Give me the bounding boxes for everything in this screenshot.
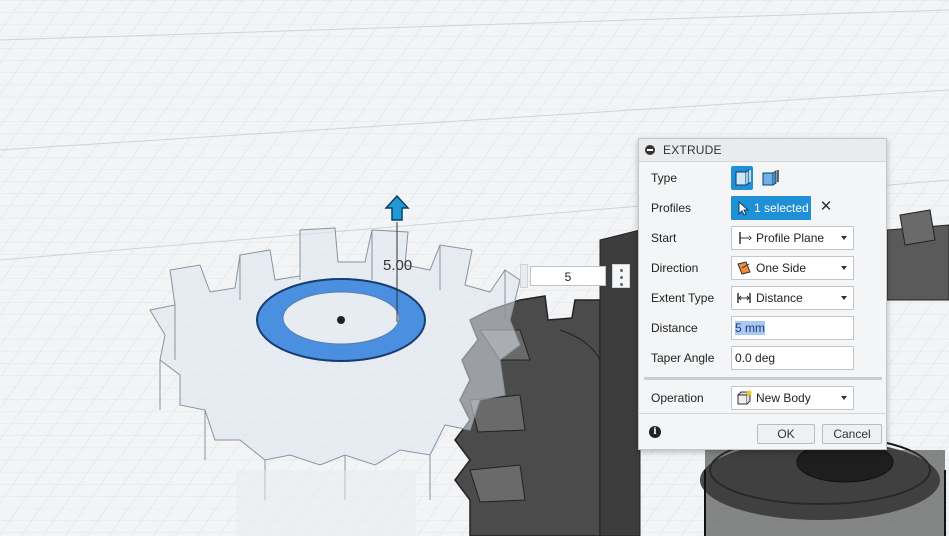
solid-extrude-icon [735, 169, 751, 186]
chevron-down-icon [841, 396, 847, 400]
profile-plane-icon [739, 232, 752, 244]
cancel-button[interactable]: Cancel [822, 424, 882, 444]
direction-row: Direction One Side [639, 256, 888, 280]
selected-profile-ring[interactable] [256, 278, 426, 362]
profiles-selector[interactable]: 1 selected ✕ [731, 196, 832, 220]
extent-type-row: Extent Type Distance [639, 286, 888, 310]
extent-type-dropdown[interactable]: Distance [731, 286, 854, 310]
extent-type-value: Distance [756, 291, 803, 305]
one-side-icon [737, 261, 751, 275]
start-dropdown[interactable]: Profile Plane [731, 226, 854, 250]
direction-value: One Side [756, 261, 807, 275]
clear-selection-icon[interactable]: ✕ [819, 199, 833, 214]
distance-field[interactable]: 5 mm [731, 316, 854, 340]
dialog-title: EXTRUDE [663, 143, 722, 157]
dialog-footer: i OK Cancel [639, 413, 888, 452]
taper-angle-label: Taper Angle [651, 351, 715, 365]
distance-value-input[interactable]: 5 [530, 266, 606, 286]
chevron-down-icon [841, 266, 847, 270]
section-divider [644, 377, 882, 380]
profiles-value: 1 selected [754, 201, 809, 215]
type-extrude-button[interactable] [731, 166, 753, 190]
more-options-icon[interactable] [612, 264, 630, 288]
extrude-dialog: EXTRUDE Type Profiles 1 selected ✕ Start… [638, 138, 888, 452]
taper-angle-row: Taper Angle 0.0 deg [639, 346, 888, 370]
direction-dropdown[interactable]: One Side [731, 256, 854, 280]
distance-icon [737, 293, 751, 303]
chevron-down-icon [841, 296, 847, 300]
type-label: Type [651, 171, 678, 185]
distance-value: 5 mm [735, 321, 765, 335]
start-row: Start Profile Plane [639, 226, 888, 250]
cursor-arrow-icon [738, 200, 750, 216]
distance-row: Distance 5 mm [639, 316, 888, 340]
dimension-label: 5.00 [383, 257, 413, 274]
type-thin-extrude-button[interactable] [759, 166, 781, 190]
start-value: Profile Plane [756, 231, 825, 245]
profiles-label: Profiles [651, 201, 692, 215]
distance-label: Distance [651, 321, 698, 335]
type-row: Type [639, 166, 888, 190]
input-grip-handle[interactable] [520, 264, 528, 288]
ok-button[interactable]: OK [757, 424, 815, 444]
taper-angle-field[interactable]: 0.0 deg [731, 346, 854, 370]
dialog-header[interactable]: EXTRUDE [639, 139, 886, 162]
new-body-icon [736, 390, 752, 405]
info-icon[interactable]: i [649, 426, 661, 438]
collapse-icon[interactable] [645, 145, 655, 155]
center-point [337, 316, 345, 324]
extent-type-label: Extent Type [651, 291, 715, 305]
start-label: Start [651, 231, 677, 245]
thin-extrude-icon [762, 170, 779, 186]
operation-row: Operation New Body [639, 386, 888, 410]
operation-dropdown[interactable]: New Body [731, 386, 854, 410]
taper-angle-value: 0.0 deg [735, 351, 776, 365]
chevron-down-icon [841, 236, 847, 240]
operation-value: New Body [756, 391, 811, 405]
operation-label: Operation [651, 391, 704, 405]
direction-label: Direction [651, 261, 699, 275]
profiles-row: Profiles 1 selected ✕ [639, 196, 888, 220]
